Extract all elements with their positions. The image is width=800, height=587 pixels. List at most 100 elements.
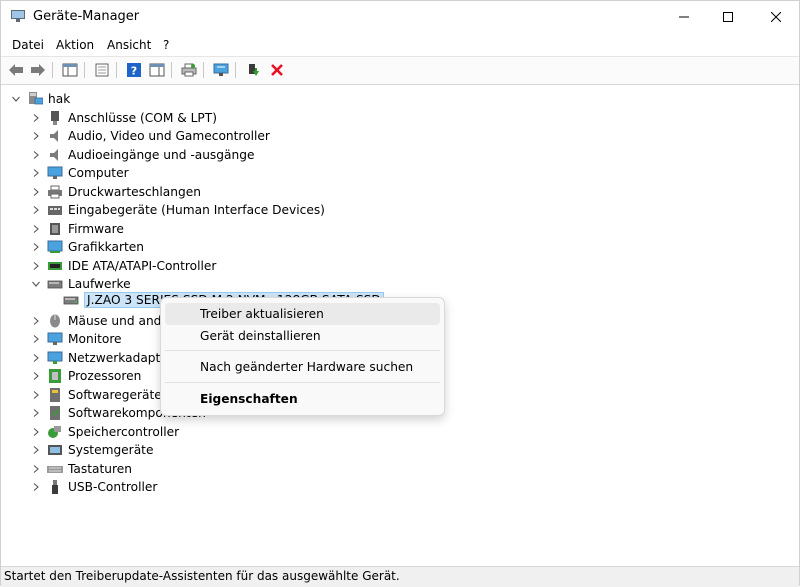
uninstall-device-button[interactable]: [267, 61, 287, 79]
tree-category-label: Prozessoren: [68, 369, 142, 384]
tree-category-1[interactable]: Audio, Video und Gamecontroller: [31, 127, 270, 145]
minimize-button[interactable]: [661, 1, 707, 33]
chevron-right-icon[interactable]: [31, 187, 41, 197]
keyboard-icon: [47, 462, 63, 476]
tree-category-8[interactable]: IDE ATA/ATAPI-Controller: [31, 257, 216, 275]
minimize-icon: [679, 16, 689, 18]
chevron-down-icon[interactable]: [11, 94, 21, 104]
maximize-button[interactable]: [705, 1, 751, 33]
red-x-icon: [271, 64, 283, 76]
tree-category-label: Tastaturen: [68, 461, 132, 476]
tree-category-label: Softwaregeräte: [68, 387, 162, 402]
tree-category-16[interactable]: Speichercontroller: [31, 423, 179, 441]
tree-category-18[interactable]: Tastaturen: [31, 460, 132, 478]
tree-category-17[interactable]: Systemgeräte: [31, 441, 153, 459]
chevron-right-icon[interactable]: [31, 353, 41, 363]
menu-help[interactable]: ?: [163, 38, 169, 52]
drive-icon: [47, 277, 63, 291]
chevron-right-icon[interactable]: [31, 150, 41, 160]
menu-ansicht[interactable]: Ansicht: [107, 38, 151, 52]
tree-category-12[interactable]: Netzwerkadapter: [31, 349, 173, 367]
ctx-scan-hardware[interactable]: Nach geänderter Hardware suchen: [165, 356, 440, 378]
toolbar-separator: [116, 62, 117, 78]
monitor-icon: [47, 166, 63, 180]
chevron-right-icon[interactable]: [31, 334, 41, 344]
chevron-right-icon[interactable]: [31, 224, 41, 234]
software-component-icon: [47, 406, 63, 421]
chevron-right-icon[interactable]: [31, 261, 41, 271]
menu-datei[interactable]: Datei: [12, 38, 44, 52]
context-menu-separator: [165, 382, 440, 383]
speaker-icon: [47, 129, 63, 143]
tree-category-0[interactable]: Anschlüsse (COM & LPT): [31, 109, 217, 127]
scan-hardware-icon: [213, 63, 229, 76]
close-icon: [771, 12, 781, 22]
tree-category-label: Firmware: [68, 221, 124, 236]
chevron-right-icon[interactable]: [31, 205, 41, 215]
scan-hardware-button[interactable]: [211, 61, 231, 79]
close-button[interactable]: [753, 1, 799, 33]
printer-icon: [47, 185, 63, 199]
help-toolbar-button[interactable]: ?: [124, 61, 144, 79]
tree-root[interactable]: hak: [11, 90, 70, 108]
ctx-uninstall-device[interactable]: Gerät deinstallieren: [165, 325, 440, 347]
chevron-down-icon[interactable]: [31, 279, 41, 289]
tree-category-19[interactable]: USB-Controller: [31, 478, 157, 496]
chevron-right-icon[interactable]: [31, 168, 41, 178]
toolbar-separator: [84, 62, 85, 78]
tree-category-3[interactable]: Computer: [31, 164, 129, 182]
printer-icon: [181, 63, 197, 77]
menu-aktion[interactable]: Aktion: [56, 38, 94, 52]
port-icon: [47, 111, 63, 125]
tree-category-5[interactable]: Eingabegeräte (Human Interface Devices): [31, 201, 325, 219]
toolbar-separator: [171, 62, 172, 78]
ctx-update-driver[interactable]: Treiber aktualisieren: [165, 303, 440, 325]
storage-controller-icon: [47, 425, 63, 439]
chevron-right-icon[interactable]: [31, 464, 41, 474]
toolbar-separator: [52, 62, 53, 78]
chevron-right-icon[interactable]: [31, 113, 41, 123]
chevron-right-icon[interactable]: [31, 316, 41, 326]
svg-text:?: ?: [131, 65, 137, 78]
tree-category-label: Speichercontroller: [68, 424, 180, 439]
update-driver-icon: [249, 64, 259, 76]
chevron-right-icon[interactable]: [31, 482, 41, 492]
chevron-right-icon[interactable]: [31, 131, 41, 141]
usb-icon: [47, 480, 63, 494]
show-hide-console-tree-button[interactable]: [60, 61, 80, 79]
chevron-right-icon[interactable]: [31, 427, 41, 437]
tree-category-label: Audioeingänge und -ausgänge: [68, 147, 255, 162]
tree-category-13[interactable]: Prozessoren: [31, 367, 141, 385]
tree-category-11[interactable]: Monitore: [31, 330, 122, 348]
toolbar: ?: [1, 56, 799, 85]
chevron-right-icon[interactable]: [31, 445, 41, 455]
chevron-right-icon[interactable]: [31, 408, 41, 418]
chip-icon: [47, 222, 63, 236]
tree-category-label: IDE ATA/ATAPI-Controller: [68, 258, 217, 273]
print-button[interactable]: [179, 61, 199, 79]
update-driver-button[interactable]: [244, 61, 264, 79]
tree-category-2[interactable]: Audioeingänge und -ausgänge: [31, 146, 254, 164]
chevron-right-icon[interactable]: [31, 390, 41, 400]
chevron-right-icon[interactable]: [31, 242, 41, 252]
arrow-left-icon: [9, 64, 23, 76]
context-menu: Treiber aktualisieren Gerät deinstallier…: [160, 297, 445, 416]
tree-category-7[interactable]: Grafikkarten: [31, 238, 144, 256]
tree-category-14[interactable]: Softwaregeräte: [31, 386, 162, 404]
chevron-right-icon[interactable]: [31, 371, 41, 381]
back-button[interactable]: [6, 61, 26, 79]
tree-category-label: Laufwerke: [68, 277, 131, 292]
tree-category-label: Netzwerkadapter: [68, 350, 173, 365]
tree-category-6[interactable]: Firmware: [31, 220, 124, 238]
action-pane-button[interactable]: [147, 61, 167, 79]
display-adapter-icon: [47, 240, 63, 254]
action-pane-icon: [149, 63, 165, 77]
forward-button[interactable]: [28, 61, 48, 79]
properties-toolbar-button[interactable]: [92, 61, 112, 79]
ctx-properties[interactable]: Eigenschaften: [165, 388, 440, 410]
tree-category-4[interactable]: Druckwarteschlangen: [31, 183, 201, 201]
speaker-icon: [47, 148, 63, 162]
help-icon: ?: [127, 63, 141, 78]
toolbar-separator: [203, 62, 204, 78]
ctx-properties-label: Eigenschaften: [200, 392, 298, 406]
